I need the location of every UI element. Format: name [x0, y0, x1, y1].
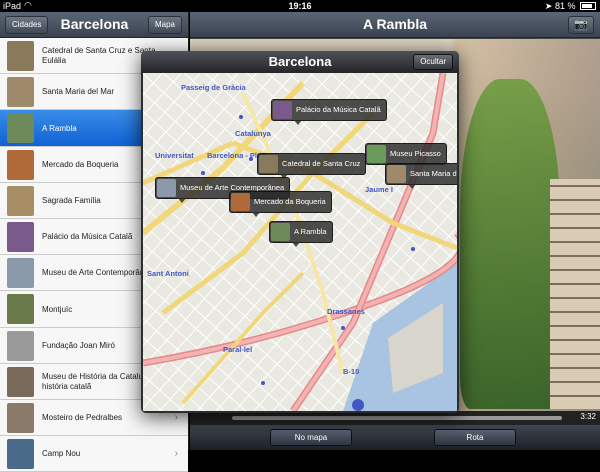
popover-header: Barcelona Ocultar	[141, 51, 459, 73]
pin-thumbnail	[387, 165, 406, 183]
route-button[interactable]: Rota	[434, 429, 516, 446]
map-label: Jaume I	[365, 185, 393, 194]
map-pin-callout[interactable]: Catedral de Santa Cruz	[257, 153, 367, 179]
map-popover: Barcelona Ocultar Passeig de Gràcia Cata…	[141, 51, 459, 413]
status-bar: iPad ◠ 19:16 ➤ 81 %	[0, 0, 600, 12]
place-thumbnail	[7, 439, 34, 470]
place-thumbnail	[7, 294, 34, 325]
place-thumbnail	[7, 258, 34, 289]
hide-button[interactable]: Ocultar	[413, 54, 453, 70]
clock: 19:16	[288, 1, 312, 11]
video-duration: 3:32	[580, 412, 596, 421]
place-thumbnail	[7, 113, 34, 144]
map-label: Paral-lel	[223, 345, 253, 354]
pin-label: A Rambla	[294, 227, 327, 236]
camera-icon: 📷	[574, 19, 588, 31]
map-label: Sant Antoni	[147, 269, 189, 278]
map-pin-callout[interactable]: Santa Maria del M	[385, 163, 457, 189]
location-icon: ➤	[544, 1, 555, 11]
camera-button[interactable]: 📷	[568, 16, 594, 34]
map-label: Catalunya	[235, 129, 271, 138]
video-scrubber: 3:32	[190, 411, 600, 425]
main-navbar: A Rambla 📷	[190, 12, 600, 38]
map-button[interactable]: Mapa	[147, 16, 182, 34]
show-on-map-button[interactable]: No mapa	[270, 429, 352, 446]
place-thumbnail	[7, 77, 34, 108]
map-label: Drassanes	[327, 307, 365, 316]
pin-label: Santa Maria del M	[410, 169, 457, 178]
pin-label: Mercado da Boqueria	[254, 197, 326, 206]
video-progress-track[interactable]	[232, 416, 562, 420]
sidebar-navbar: Cidades Barcelona Mapa	[0, 12, 188, 38]
place-thumbnail	[7, 149, 34, 180]
place-thumbnail	[7, 330, 34, 361]
place-thumbnail	[7, 41, 34, 71]
battery-status: ➤ 81 %	[545, 1, 596, 12]
battery-label: 81 %	[554, 1, 576, 11]
bottom-toolbar: No mapa Rota	[190, 425, 600, 450]
map-pin-callout[interactable]: A Rambla	[269, 221, 333, 247]
map-pin-callout[interactable]: Palácio da Música Catalã	[271, 99, 387, 125]
photo-trees	[460, 79, 560, 409]
photo-building	[550, 179, 600, 409]
popover-title: Barcelona	[268, 54, 332, 69]
chevron-right-icon: ›	[174, 411, 178, 423]
pin-thumbnail	[231, 193, 250, 211]
place-thumbnail	[7, 185, 34, 216]
pin-label: Museu Picasso	[390, 149, 441, 158]
place-thumbnail	[7, 221, 34, 252]
battery-icon	[580, 2, 596, 10]
place-label: Camp Nou	[42, 449, 81, 459]
battery-fill	[582, 4, 592, 8]
city-map[interactable]: Passeig de Gràcia Catalunya Universitat Bar…	[143, 73, 457, 411]
place-thumbnail	[7, 402, 34, 433]
pin-label: Palácio da Música Catalã	[296, 105, 381, 114]
place-thumbnail	[7, 366, 34, 397]
map-label: Universitat	[155, 151, 194, 160]
pin-thumbnail	[273, 101, 292, 119]
map-label: B-10	[343, 367, 360, 376]
page-title: A Rambla	[362, 16, 428, 32]
pin-thumbnail	[259, 155, 278, 173]
map-pin-callout[interactable]: Museu Picasso	[365, 143, 447, 169]
pin-thumbnail	[367, 145, 386, 163]
map-label: Passeig de Gràcia	[181, 83, 246, 92]
pin-thumbnail	[157, 179, 176, 197]
pin-label: Catedral de Santa Cruz	[282, 159, 361, 168]
list-item[interactable]: Camp Nou ›	[0, 436, 188, 472]
pin-thumbnail	[271, 223, 290, 241]
map-pin-callout[interactable]: Mercado da Boqueria	[229, 191, 332, 217]
